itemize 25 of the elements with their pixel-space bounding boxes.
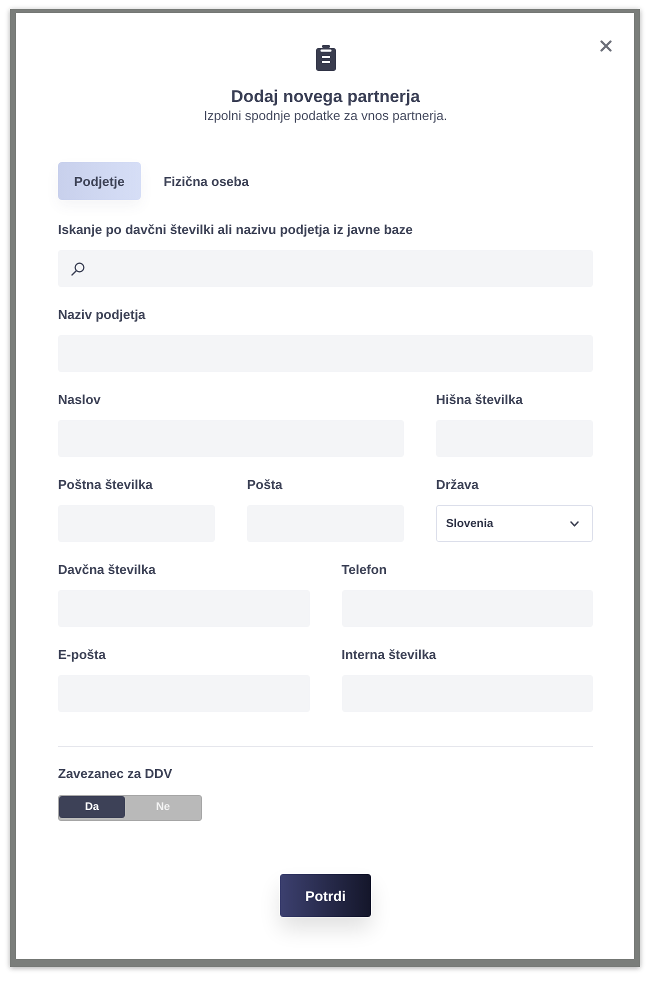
field-label: Naslov bbox=[58, 392, 102, 408]
field-label: Telefon bbox=[342, 562, 388, 578]
field-label: Davčna številka bbox=[58, 562, 157, 578]
field-label: Zavezanec za DDV bbox=[58, 766, 174, 782]
field-label: Interna številka bbox=[342, 647, 438, 663]
field-label: E-pošta bbox=[58, 647, 107, 663]
dialog-subtitle: Izpolni spodnje podatke za vnos partnerja. bbox=[202, 108, 448, 124]
chevron-down-icon bbox=[570, 520, 579, 526]
tab[interactable]: Fizična oseba bbox=[148, 162, 265, 200]
dialog-title: Dodaj novega partnerja bbox=[230, 86, 421, 108]
tab[interactable]: Podjetje bbox=[58, 162, 141, 200]
dropdown-field[interactable]: Slovenia bbox=[436, 505, 593, 542]
close-icon bbox=[600, 40, 612, 52]
toggle-option[interactable]: Da bbox=[59, 796, 125, 818]
search-field[interactable] bbox=[58, 250, 593, 287]
field-label: Država bbox=[436, 477, 480, 493]
field-label: Iskanje po davčni številki ali nazivu podjetja iz javne baze bbox=[58, 222, 414, 238]
clipboard-icon bbox=[316, 45, 336, 71]
close-button[interactable] bbox=[600, 40, 612, 52]
search-icon bbox=[71, 262, 85, 276]
field-label: Hišna številka bbox=[436, 392, 524, 408]
confirm-button[interactable]: Potrdi bbox=[280, 874, 371, 917]
field-label: Poštna številka bbox=[58, 477, 154, 493]
field-label: Naziv podjetja bbox=[58, 307, 146, 323]
field-label: Pošta bbox=[247, 477, 284, 493]
